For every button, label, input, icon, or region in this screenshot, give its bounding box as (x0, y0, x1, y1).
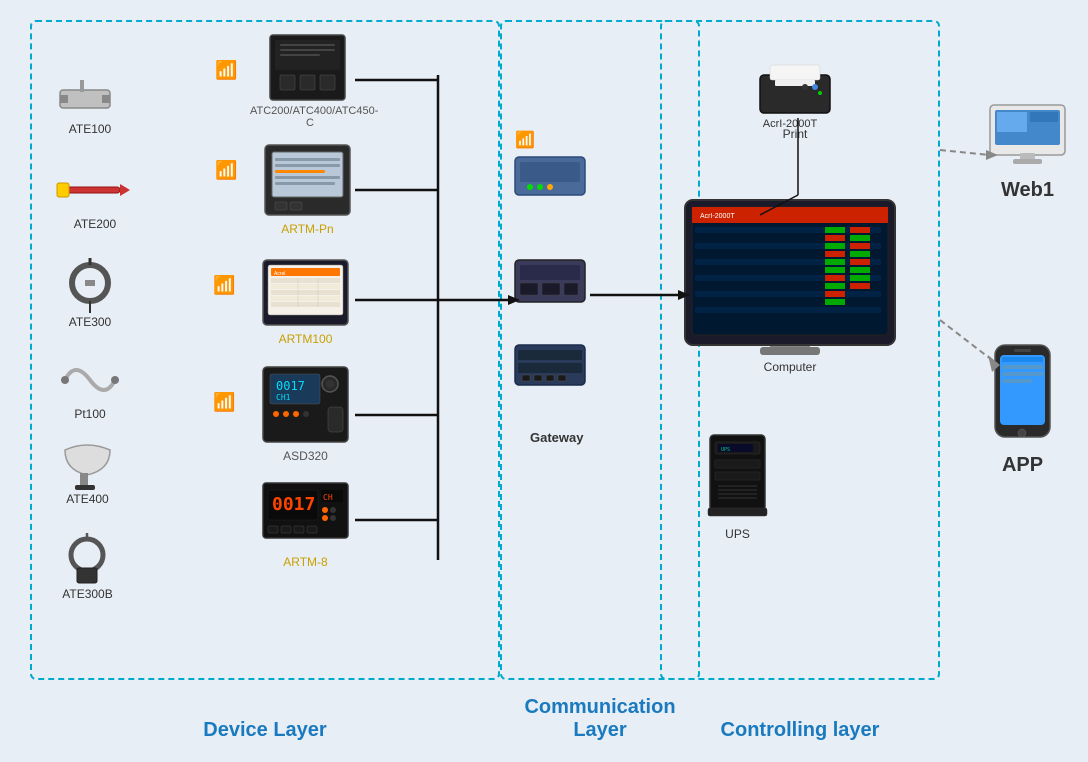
asd320-label: ASD320 (283, 449, 328, 463)
printer-icon (755, 55, 835, 120)
web1-label: Web1 (985, 179, 1070, 202)
pt100-label: Pt100 (74, 407, 105, 421)
artm8-label: ARTM-8 (283, 555, 327, 569)
ate100-label: ATE100 (69, 122, 111, 136)
computer-monitor-icon: AcrI-2000T (680, 195, 900, 360)
svg-text:UPS: UPS (721, 447, 730, 453)
artmpn-item: 📶 ARTM-Pn (260, 140, 355, 236)
artm100-item: 📶 Acrel ARTM100 (258, 255, 353, 346)
svg-text:Acrel: Acrel (274, 271, 285, 277)
ate100-icon (55, 75, 125, 120)
computer-label: Computer (680, 360, 900, 374)
artmpn-device-icon (260, 140, 355, 225)
svg-text:CH: CH (323, 493, 333, 502)
ate300b-label: ATE300B (62, 587, 112, 601)
asd320-device-icon: 0017 CH1 (258, 362, 353, 452)
gateway-device2-icon (510, 255, 590, 310)
asd320-wifi: 📶 (213, 392, 235, 413)
ate300b-item: ATE300B (50, 530, 125, 601)
svg-text:0017: 0017 (272, 494, 315, 515)
ups-label: UPS (700, 527, 775, 541)
asd320-item: 📶 0017 CH1 ASD320 (258, 362, 353, 463)
comm-label-text: CommunicationLayer (524, 696, 675, 741)
device-layer-label: Device Layer (30, 719, 500, 742)
svg-text:CH1: CH1 (276, 393, 291, 402)
ate300-item: ATE300 (55, 258, 125, 329)
svg-text:0017: 0017 (276, 379, 305, 393)
ate300-label: ATE300 (69, 315, 111, 329)
main-diagram: ATE100 ATE200 ATE300 Pt100 (0, 0, 1088, 762)
gateway-device3-icon (510, 340, 590, 395)
artm100-device-icon: Acrel (258, 255, 353, 335)
ate400-icon (50, 435, 125, 490)
artm100-wifi: 📶 (213, 275, 235, 296)
gateway-middle-device (510, 255, 590, 315)
gateway-wifi: 📶 (515, 130, 590, 150)
ate400-label: ATE400 (66, 492, 108, 506)
acrl2000t-label: AcrI-2000T (740, 118, 840, 130)
atc200-device-icon (260, 30, 360, 110)
artm8-device-icon: 0017 CH (258, 478, 353, 553)
artmpn-wifi: 📶 (215, 160, 237, 181)
artm100-label: ARTM100 (279, 332, 333, 346)
ate300b-icon (50, 530, 125, 585)
atc200-item: 📶 ATC200/ATC400/ATC450-C (250, 30, 370, 129)
pt100-item: Pt100 (55, 355, 125, 421)
ate300-icon (55, 258, 125, 313)
ate400-item: ATE400 (50, 435, 125, 506)
app-phone-icon (990, 340, 1055, 445)
ate200-label: ATE200 (74, 217, 116, 231)
svg-text:AcrI-2000T: AcrI-2000T (700, 213, 735, 220)
control-layer-label: Controlling layer (660, 719, 940, 742)
pt100-icon (55, 355, 125, 405)
gateway-bottom-device (510, 340, 590, 400)
ate200-icon (55, 165, 135, 215)
gateway-device1-icon (510, 152, 590, 202)
computer-item: AcrI-2000T (680, 195, 900, 374)
web1-item: Web1 (985, 100, 1070, 202)
ate100-item: ATE100 (55, 75, 125, 136)
gateway-top-device: 📶 (510, 130, 590, 207)
ups-icon: UPS (700, 430, 775, 520)
web1-computer-icon (985, 100, 1070, 170)
artm8-item: 0017 CH ARTM-8 (258, 478, 353, 569)
atc200-wifi: 📶 (215, 60, 237, 81)
app-item: APP (990, 340, 1055, 477)
app-label: APP (990, 454, 1055, 477)
artmpn-label: ARTM-Pn (281, 222, 333, 236)
ups-item: UPS UPS (700, 430, 775, 541)
gateway-label: Gateway (530, 430, 583, 445)
ate200-item: ATE200 (55, 165, 135, 231)
atc200-label: ATC200/ATC400/ATC450-C (250, 105, 370, 129)
